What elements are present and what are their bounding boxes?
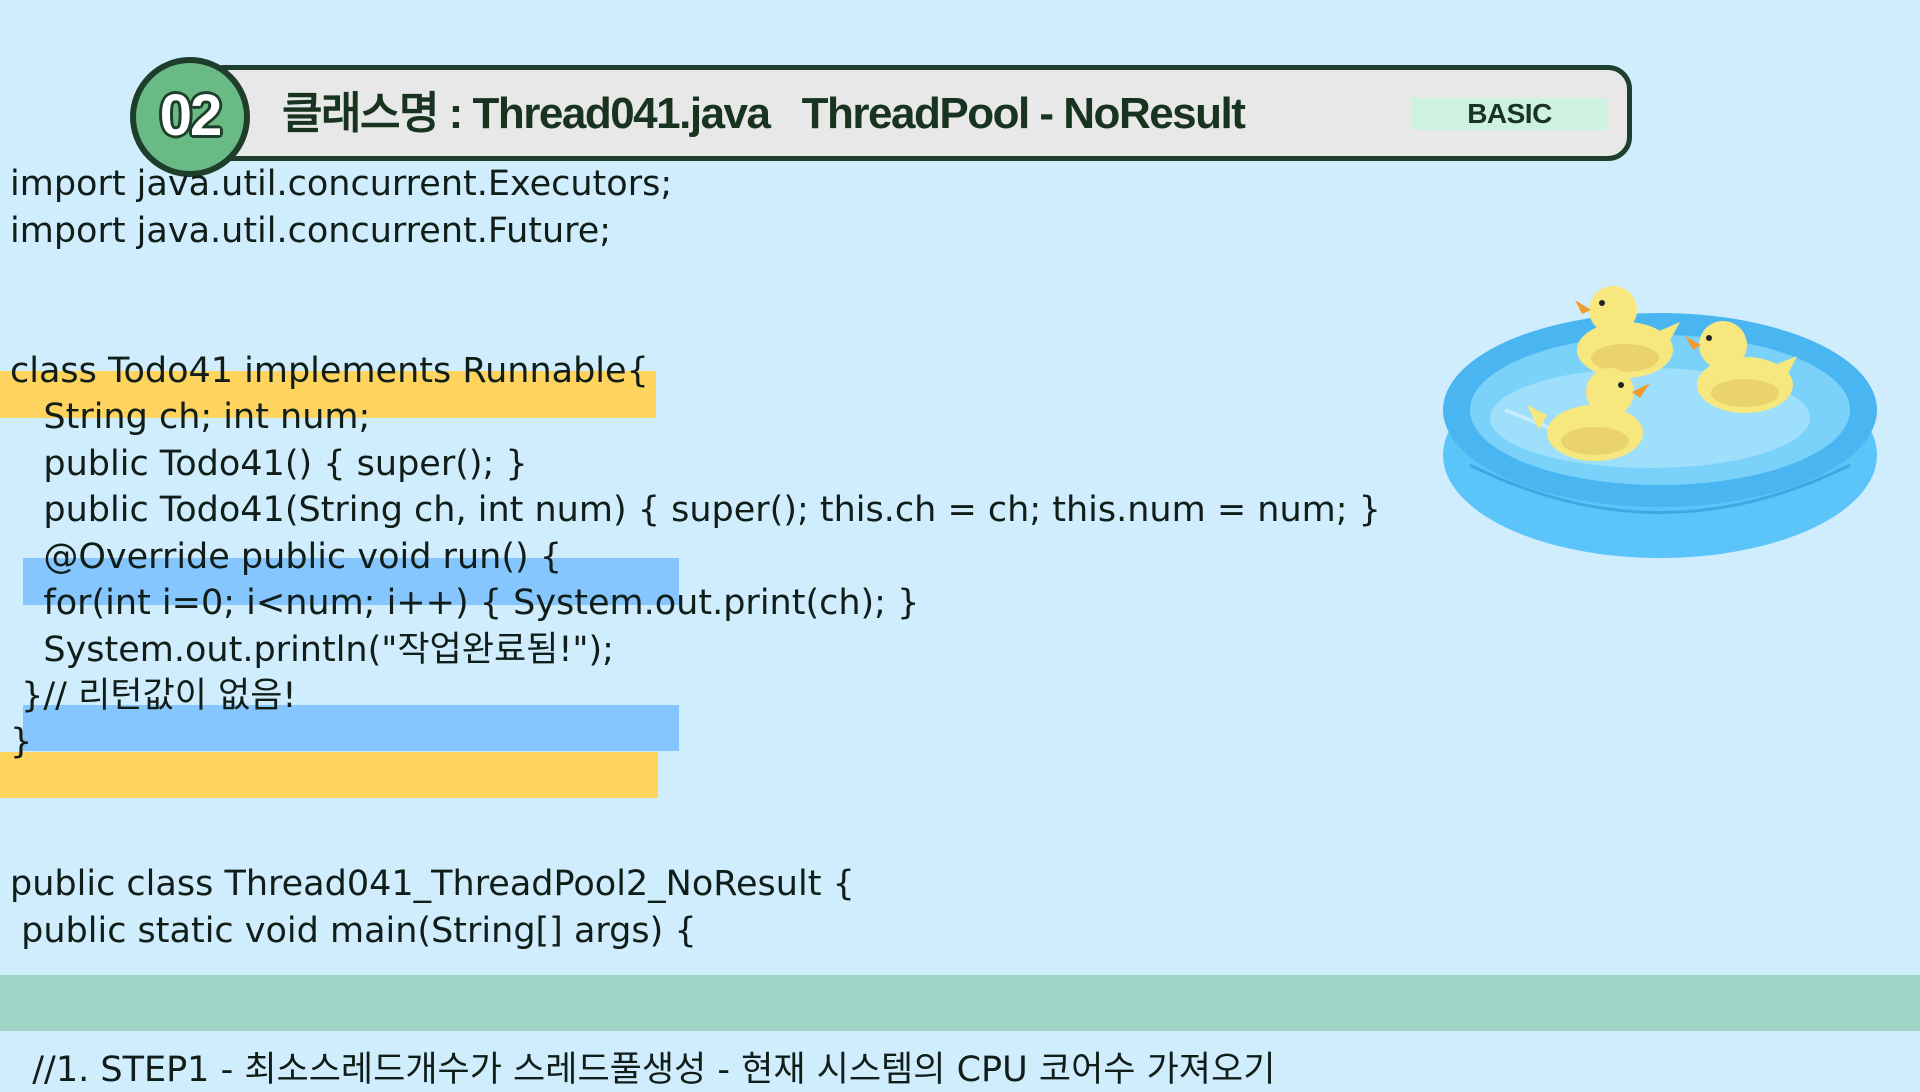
code-line: System.out.println("작업완료됨!"); [10, 630, 614, 670]
code-line: String ch; int num; [10, 397, 371, 437]
code-line: } [10, 722, 33, 762]
code-line: public Todo41(String ch, int num) { supe… [10, 490, 1381, 530]
section-number-badge: 02 [130, 57, 250, 177]
page-title: 클래스명 : Thread041.java ThreadPool - NoRes… [282, 89, 1246, 138]
code-line: public class Thread041_ThreadPool2_NoRes… [10, 864, 855, 904]
code-line: public static void main(String[] args) { [10, 911, 697, 951]
code-line: //1. STEP1 - 최소스레드개수가 스레드풀생성 - 현재 시스템의 C… [10, 1050, 1276, 1090]
section-band [0, 975, 1920, 1031]
code-line: @Override public void run() { [10, 537, 563, 577]
highlight-yellow-bottom [0, 752, 658, 798]
code-line: public Todo41() { super(); } [10, 444, 528, 484]
code-line: class Todo41 implements Runnable{ [10, 351, 649, 391]
rubber-ducks-in-pool-icon [1443, 286, 1877, 558]
level-badge: BASIC [1412, 98, 1607, 130]
code-line: }// 리턴값이 없음! [10, 676, 297, 716]
code-line: import java.util.concurrent.Future; [10, 211, 612, 251]
code-line: for(int i=0; i<num; i++) { System.out.pr… [10, 583, 920, 623]
code-line: import java.util.concurrent.Executors; [10, 164, 673, 204]
